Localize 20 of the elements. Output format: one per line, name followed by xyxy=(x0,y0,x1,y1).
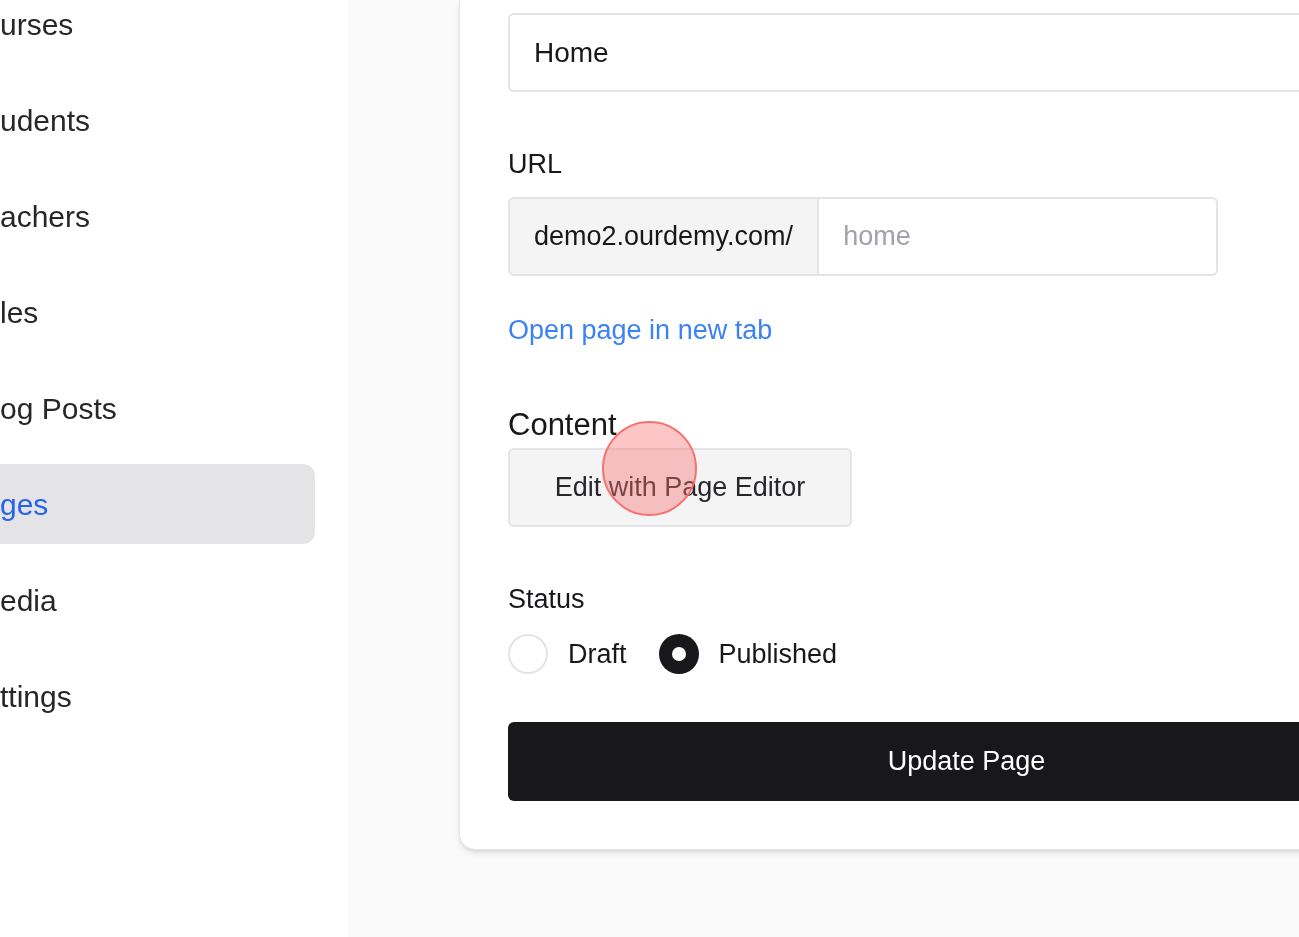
sidebar-item[interactable]: achers xyxy=(0,176,315,256)
sidebar-item[interactable]: ttings xyxy=(0,656,315,736)
sidebar-item[interactable]: edia xyxy=(0,560,315,640)
status-label: Status xyxy=(508,583,585,617)
sidebar-item[interactable]: ges xyxy=(0,464,315,544)
open-page-link[interactable]: Open page in new tab xyxy=(508,309,773,350)
sidebar-item[interactable]: udents xyxy=(0,80,315,160)
sidebar-item[interactable]: les xyxy=(0,272,315,352)
url-prefix: demo2.ourdemy.com/ xyxy=(508,196,820,276)
radio-button[interactable] xyxy=(658,633,699,674)
sidebar-item[interactable]: urses xyxy=(0,0,315,64)
radio-label: Published xyxy=(718,637,838,671)
update-page-button[interactable]: Update Page xyxy=(508,722,1299,802)
url-label: URL xyxy=(508,148,562,181)
radio-label: Draft xyxy=(568,637,627,671)
content-label: Content xyxy=(508,408,617,443)
title-field[interactable]: Home xyxy=(508,13,1299,92)
sidebar-item[interactable]: og Posts xyxy=(0,368,315,448)
slug-field[interactable]: home xyxy=(819,196,1218,276)
radio-button[interactable] xyxy=(508,633,548,674)
